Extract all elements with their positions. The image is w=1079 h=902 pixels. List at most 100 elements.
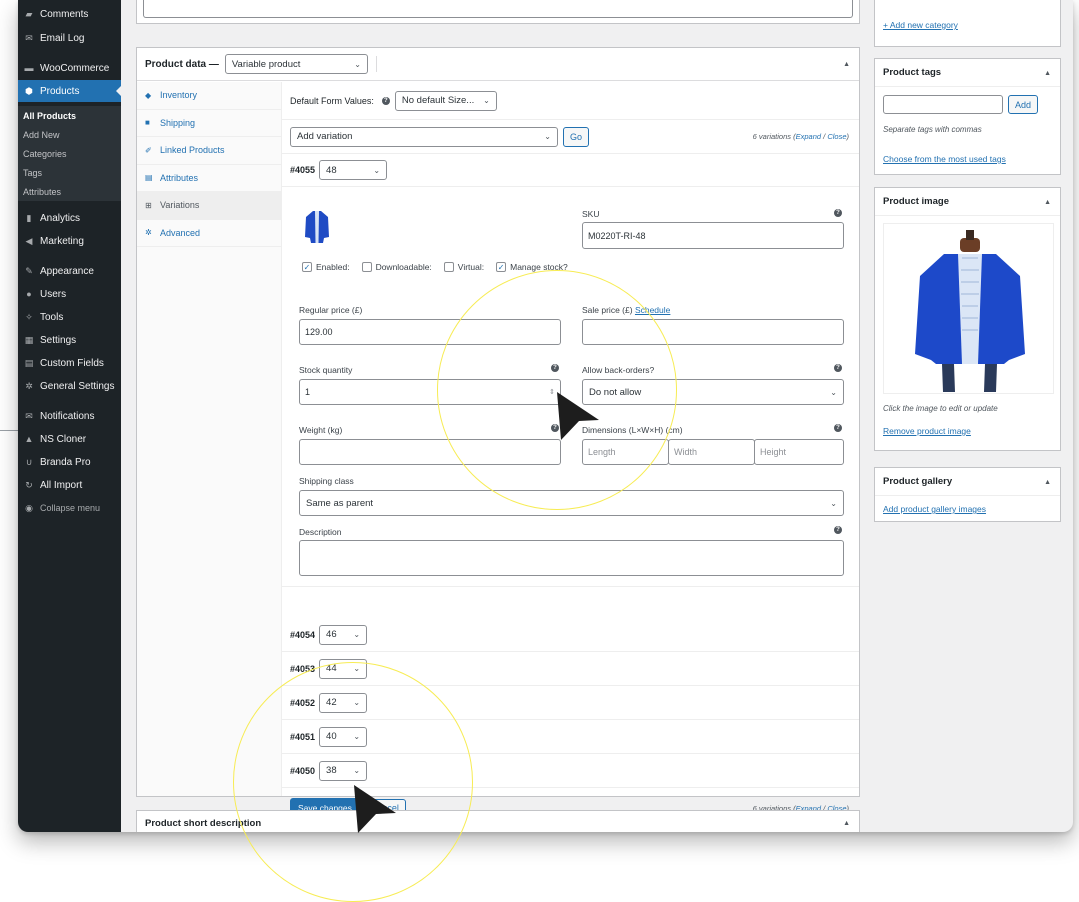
collapse-toggle-icon[interactable]: ▲ (843, 61, 850, 68)
help-icon: ? (834, 209, 842, 217)
collapse-toggle-icon[interactable]: ▲ (1044, 479, 1051, 486)
sidebar-item-users[interactable]: ● Users (18, 283, 121, 305)
sidebar-item-woocommerce[interactable]: ▬ WooCommerce (18, 57, 121, 79)
bar-chart-icon: ▮ (26, 212, 32, 223)
product-image-box: Product image ▲ Click the image to edit o… (874, 187, 1061, 451)
sidebar-item-marketing[interactable]: ◀ Marketing (18, 230, 121, 252)
help-icon: ? (834, 364, 842, 372)
add-variation-row: Add variation ⌄ Go 6 variations (Expand /… (282, 120, 859, 154)
sidebar-item-custom-fields[interactable]: ▤ Custom Fields (18, 352, 121, 374)
mail-icon: ✉ (25, 32, 33, 43)
sidebar-item-tools[interactable]: ✧ Tools (18, 306, 121, 328)
sidebar-collapse-menu[interactable]: ◉ Collapse menu (18, 497, 121, 519)
variation-size-select[interactable]: 48 ⌄ (319, 160, 388, 180)
width-input[interactable]: Width (668, 439, 755, 465)
product-tags-header: Product tags ▲ (875, 59, 1060, 87)
tab-shipping[interactable]: ■ Shipping (137, 110, 281, 137)
choose-tags-link[interactable]: Choose from the most used tags (883, 154, 1006, 164)
tab-advanced[interactable]: ✲ Advanced (137, 220, 281, 247)
sidebar-item-notifications[interactable]: ✉ Notifications (18, 405, 121, 427)
enabled-checkbox[interactable]: ✓ Enabled: (302, 262, 350, 272)
sidebar-item-ns-cloner[interactable]: ▲ NS Cloner (18, 428, 121, 450)
variation-size-select[interactable]: 46 ⌄ (319, 624, 368, 645)
submenu-attributes[interactable]: Attributes (18, 182, 121, 201)
highlight-circle (233, 662, 473, 902)
variations-count: 6 variations (Expand / Close) (752, 132, 849, 141)
height-input[interactable]: Height (754, 439, 844, 465)
top-partial-input[interactable] (143, 0, 853, 18)
cloner-icon: ▲ (24, 434, 34, 444)
tab-inventory[interactable]: ◆ Inventory (137, 82, 281, 110)
sidebar-item-appearance[interactable]: ✎ Appearance (18, 260, 121, 282)
submenu-tags[interactable]: Tags (18, 163, 121, 182)
sidebar-item-general-settings[interactable]: ✲ General Settings (18, 375, 121, 397)
cursor-arrow-icon (354, 785, 396, 833)
comment-icon: ▰ (25, 8, 33, 19)
help-icon: ? (381, 96, 390, 105)
categories-box: + Add new category (874, 0, 1061, 47)
woo-icon: ▬ (24, 63, 34, 73)
chevron-down-icon: ⌄ (353, 630, 361, 639)
variation-thumbnail[interactable] (304, 207, 330, 245)
virtual-checkbox[interactable]: Virtual: (443, 262, 484, 272)
brush-icon: ✎ (25, 265, 33, 276)
add-tag-button[interactable]: Add (1008, 95, 1039, 114)
submenu-all-products[interactable]: All Products (18, 106, 121, 125)
sidebar-item-comments[interactable]: ▰ Comments (18, 3, 121, 25)
sidebar-item-analytics[interactable]: ▮ Analytics (18, 207, 121, 229)
tab-variations[interactable]: ⊞ Variations (137, 192, 281, 220)
add-gallery-link[interactable]: Add product gallery images (883, 504, 986, 514)
variation-row-4055[interactable]: #4055 48 ⌄ (282, 154, 859, 187)
description-textarea[interactable] (299, 540, 844, 576)
list-icon: ▤ (145, 173, 153, 183)
downloadable-checkbox[interactable]: Downloadable: (361, 262, 432, 272)
sidebar-item-products[interactable]: ⬢ Products (18, 80, 122, 102)
default-size-select[interactable]: No default Size... ⌄ (394, 90, 497, 111)
product-type-select[interactable]: Variable product ⌄ (224, 54, 368, 74)
mail-icon: ✉ (25, 410, 33, 421)
sidebar-item-branda-pro[interactable]: ∪ Branda Pro (18, 451, 121, 473)
chevron-down-icon: ⌄ (354, 59, 361, 69)
user-icon: ● (26, 289, 32, 299)
submenu-categories[interactable]: Categories (18, 144, 121, 163)
header-divider (375, 56, 377, 72)
close-link[interactable]: Close (827, 132, 846, 141)
tab-linked-products[interactable]: ✐ Linked Products (137, 137, 281, 165)
collapse-toggle-icon[interactable]: ▲ (1044, 70, 1051, 77)
help-icon: ? (834, 424, 842, 432)
sidebar-item-email-log[interactable]: ✉ Email Log (18, 27, 121, 49)
import-icon: ↻ (25, 479, 33, 490)
branda-icon: ∪ (25, 456, 33, 467)
megaphone-icon: ◀ (25, 235, 33, 246)
product-gallery-box: Product gallery ▲ Add product gallery ima… (874, 467, 1061, 522)
help-icon: ? (834, 526, 842, 534)
product-image-header: Product image ▲ (875, 188, 1060, 216)
box-icon: ⬢ (25, 85, 33, 96)
submenu-add-new[interactable]: Add New (18, 125, 121, 144)
sidebar-item-settings[interactable]: ▦ Settings (18, 329, 121, 351)
chevron-down-icon: ⌄ (830, 387, 837, 397)
tab-attributes[interactable]: ▤ Attributes (137, 165, 281, 192)
add-variation-select[interactable]: Add variation ⌄ (290, 126, 558, 147)
add-category-link[interactable]: + Add new category (883, 20, 958, 30)
remove-image-link[interactable]: Remove product image (883, 426, 971, 436)
variation-row-4054[interactable]: #4054 46 ⌄ (282, 618, 859, 652)
collapse-toggle-icon[interactable]: ▲ (1044, 199, 1051, 206)
gear-icon: ✲ (25, 380, 33, 391)
product-gallery-header: Product gallery ▲ (875, 468, 1060, 496)
gear-icon: ✲ (145, 228, 152, 238)
chevron-down-icon: ⌄ (544, 132, 551, 141)
tag-input[interactable] (883, 95, 1003, 114)
sidebar-item-all-import[interactable]: ↻ All Import (18, 474, 121, 496)
connector-line (0, 430, 18, 431)
sku-input[interactable]: M0220T-RI-48 (582, 222, 844, 249)
expand-link[interactable]: Expand (796, 132, 821, 141)
chevron-down-icon: ⌄ (373, 165, 381, 175)
product-data-title: Product data — (145, 58, 219, 70)
default-form-row: Default Form Values: ? No default Size..… (282, 82, 859, 120)
go-button[interactable]: Go (563, 126, 590, 147)
product-image[interactable] (883, 223, 1054, 394)
collapse-toggle-icon[interactable]: ▲ (843, 820, 850, 827)
top-partial-box (136, 0, 860, 24)
products-submenu: All Products Add New Categories Tags Att… (18, 106, 121, 201)
